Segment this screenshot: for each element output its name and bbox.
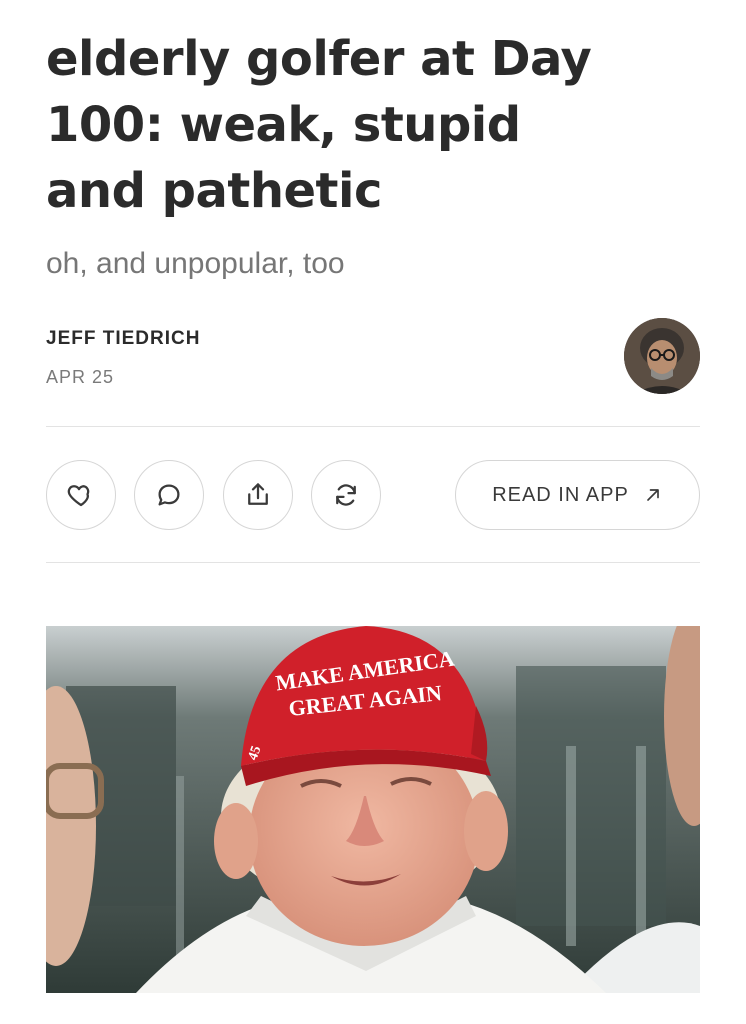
author-avatar[interactable] (624, 318, 700, 394)
heart-icon (67, 485, 90, 507)
title-line-2: 100: weak, stupid (46, 97, 521, 153)
article-subtitle: oh, and unpopular, too (46, 247, 345, 280)
read-in-app-button[interactable]: READ IN APP (455, 460, 700, 530)
comment-button[interactable] (134, 460, 204, 530)
share-button[interactable] (223, 460, 293, 530)
restack-icon (336, 484, 356, 506)
arrow-up-right-icon (646, 489, 659, 501)
publish-date: APR 25 (46, 367, 115, 387)
avatar-portrait (624, 318, 700, 394)
title-line-3: and pathetic (46, 163, 382, 219)
restack-button[interactable] (311, 460, 381, 530)
author-name[interactable]: JEFF TIEDRICH (46, 328, 200, 350)
divider-top (46, 426, 700, 427)
article-hero-image[interactable]: MAKE AMERICA GREAT AGAIN 45 (46, 626, 700, 993)
like-button[interactable] (46, 460, 116, 530)
article-title: elderly golfer at Day 100: weak, stupid … (46, 26, 700, 224)
share-icon (248, 483, 268, 505)
title-line-1: elderly golfer at Day (46, 31, 592, 87)
comment-icon (158, 484, 180, 506)
divider-bottom (46, 562, 700, 563)
hero-photo: MAKE AMERICA GREAT AGAIN 45 (46, 626, 700, 993)
read-in-app-label: READ IN APP (492, 483, 629, 506)
